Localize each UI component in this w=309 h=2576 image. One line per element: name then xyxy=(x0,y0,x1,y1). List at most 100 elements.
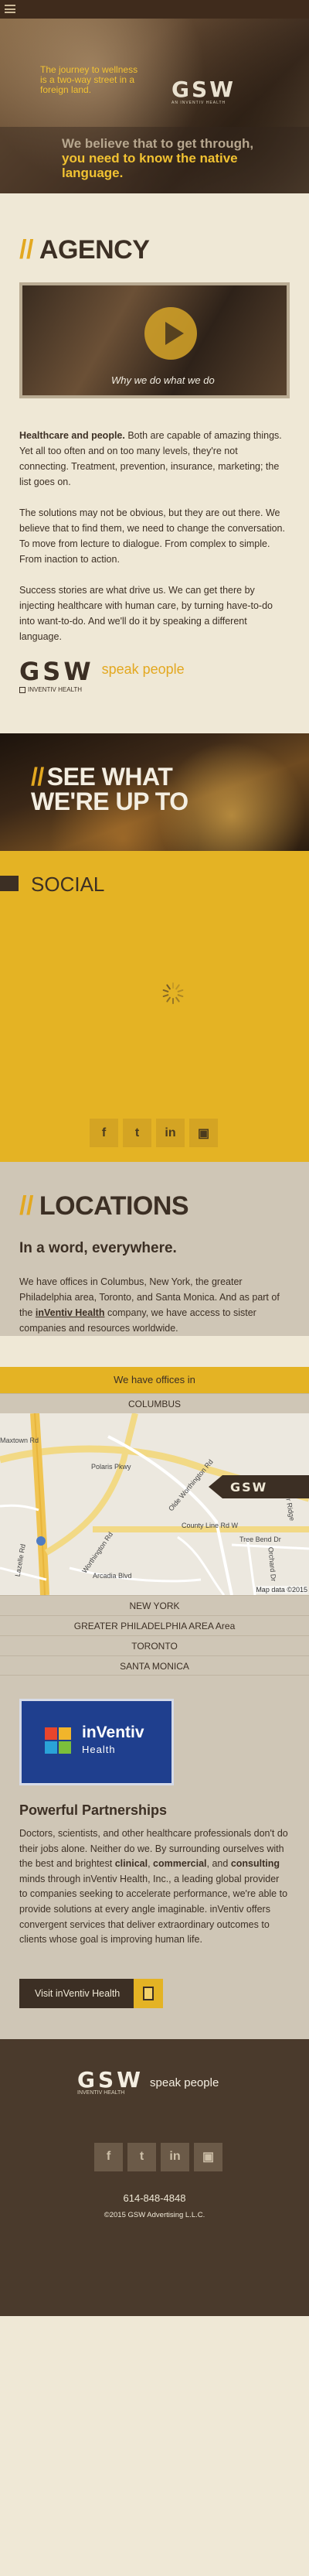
facebook-icon[interactable]: f xyxy=(94,2142,123,2171)
map-label-county-line: County Line Rd W xyxy=(182,1522,239,1529)
city-santa-monica[interactable]: SANTA MONICA xyxy=(0,1655,309,1676)
social-title: SOCIAL xyxy=(31,873,105,896)
inventiv-logo-sub: Health xyxy=(82,1744,116,1755)
city-columbus[interactable]: COLUMBUS xyxy=(0,1393,309,1413)
see-what-line-2: WE'RE UP TO xyxy=(31,787,188,815)
twitter-icon[interactable]: t xyxy=(127,2142,156,2171)
gsw-signature-logo: GSW INVENTIV HEALTH xyxy=(19,657,94,693)
video-caption: Why we do what we do xyxy=(111,374,215,386)
social-accent-bar xyxy=(0,876,19,891)
visit-inventiv-label: Visit inVentiv Health xyxy=(19,1978,134,2008)
agency-video[interactable]: Why we do what we do xyxy=(19,282,290,398)
inventiv-mark-icon xyxy=(45,1727,74,1757)
inventiv-box-icon xyxy=(19,686,25,693)
see-what-line-1: //SEE WHAT xyxy=(31,764,188,789)
gsw-signature-mark: GSW xyxy=(19,657,94,686)
agency-title: //AGENCY xyxy=(19,235,290,265)
gsw-logo-sub: AN INVENTIV HEALTH xyxy=(171,101,226,105)
social-section: SOCIAL f t in ▣ xyxy=(0,851,309,1162)
agency-paragraph-2: The solutions may not be obvious, but th… xyxy=(19,507,285,565)
social-icons: f t in ▣ xyxy=(90,1119,218,1147)
loading-spinner-icon xyxy=(162,982,184,1004)
city-philadelphia[interactable]: GREATER PHILADELPHIA AREA Area xyxy=(0,1615,309,1635)
site-footer: GSW INVENTIV HEALTH speak people f t in … xyxy=(0,2038,309,2316)
footer-phone[interactable]: 614-848-4848 xyxy=(0,2192,309,2204)
locations-title: //LOCATIONS xyxy=(19,1191,290,1221)
spinner-spoke xyxy=(162,989,169,993)
spinner-spoke xyxy=(165,996,171,1003)
partners-section: inVentiv Health Powerful Partnerships Doc… xyxy=(0,1676,309,2039)
linkedin-icon[interactable]: in xyxy=(161,2142,189,2171)
hero-headline: We believe that to get through, you need… xyxy=(62,136,255,180)
map-label-maxtown: Maxtown Rd xyxy=(0,1437,39,1444)
hero-headline-plain: We believe that to get through, xyxy=(62,136,254,151)
partners-body-post: minds through inVentiv Health, Inc., a l… xyxy=(19,1873,288,1946)
inventiv-health-link[interactable]: inVentiv Health xyxy=(36,1307,105,1318)
city-new-york[interactable]: NEW YORK xyxy=(0,1595,309,1615)
spinner-spoke xyxy=(172,982,174,989)
gsw-logo-mark: GSW xyxy=(171,77,236,102)
map-label-tree-bend: Tree Bend Dr xyxy=(239,1536,281,1543)
locations-subtitle: In a word, everywhere. xyxy=(19,1240,177,1256)
map-credit: Map data ©2015 xyxy=(256,1586,307,1594)
map-label-polaris: Polaris Pkwy xyxy=(91,1463,131,1471)
partners-bold-clinical: clinical xyxy=(114,1858,148,1870)
see-what-title: //SEE WHAT WE'RE UP TO xyxy=(31,764,188,814)
agency-paragraph-3: Success stories are what drive us. We ca… xyxy=(19,585,273,642)
partners-bold-consulting: consulting xyxy=(230,1858,280,1870)
map-gsw-badge-mark: GSW xyxy=(230,1480,268,1495)
agency-section: //AGENCY Why we do what we do Healthcare… xyxy=(0,193,309,724)
spinner-spoke xyxy=(162,993,169,998)
inventiv-health-logo: inVentiv Health xyxy=(19,1699,174,1785)
gsw-logo[interactable]: GSW AN INVENTIV HEALTH xyxy=(171,77,249,106)
visit-inventiv-button[interactable]: Visit inVentiv Health xyxy=(19,1978,164,2008)
slash-icon: // xyxy=(19,1191,33,1221)
partners-body-sep1: , xyxy=(148,1858,154,1870)
partners-bold-commercial: commercial xyxy=(153,1858,207,1870)
footer-copyright: ©2015 GSW Advertising L.L.C. xyxy=(104,2210,205,2219)
hero-headline-highlight: you need to know the native language. xyxy=(62,151,238,180)
see-what-banner: //SEE WHAT WE'RE UP TO xyxy=(0,733,309,851)
partners-title: Powerful Partnerships xyxy=(19,1802,168,1818)
map-roads xyxy=(0,1413,309,1595)
play-icon[interactable] xyxy=(144,307,197,360)
hero-section: The journey to wellness is a two-way str… xyxy=(0,19,309,193)
twitter-icon[interactable]: t xyxy=(123,1119,151,1147)
locations-body: We have offices in Columbus, New York, t… xyxy=(19,1274,290,1336)
inventiv-logo-text: inVentiv Health xyxy=(82,1724,144,1758)
speak-people-slogan: speak people xyxy=(101,661,185,677)
agency-paragraph-1: Healthcare and people. Both are capable … xyxy=(19,428,290,490)
hero-tagline: The journey to wellness is a two-way str… xyxy=(40,64,138,95)
locations-section: //LOCATIONS In a word, everywhere. We ha… xyxy=(0,1162,309,1336)
agency-title-text: AGENCY xyxy=(39,235,150,265)
agency-p1-bold: Healthcare and people. xyxy=(19,430,125,441)
office-map[interactable]: Polaris Pkwy Olde Worthington Rd County … xyxy=(0,1413,309,1595)
offices-label: We have offices in xyxy=(0,1367,309,1393)
slash-icon: // xyxy=(19,235,33,265)
city-list: NEW YORK GREATER PHILADELPHIA AREA Area … xyxy=(0,1595,309,1676)
footer-logo-block: GSW INVENTIV HEALTH xyxy=(77,2066,144,2096)
inventiv-logo-name: inVentiv xyxy=(82,1724,144,1741)
partners-body: Doctors, scientists, and other healthcar… xyxy=(19,1826,290,1948)
hamburger-menu-icon[interactable] xyxy=(5,5,15,13)
gsw-signature-sub: INVENTIV HEALTH xyxy=(19,686,94,693)
partners-body-sep2: , and xyxy=(206,1858,231,1870)
locations-title-text: LOCATIONS xyxy=(39,1191,189,1221)
instagram-icon[interactable]: ▣ xyxy=(194,2142,222,2171)
footer-social-icons: f t in ▣ xyxy=(94,2142,222,2171)
footer-logo-mark: GSW xyxy=(77,2066,144,2093)
gsw-signature-sub-text: INVENTIV HEALTH xyxy=(28,686,83,693)
linkedin-icon[interactable]: in xyxy=(156,1119,185,1147)
footer-slogan: speak people xyxy=(150,2075,219,2089)
spinner-spoke xyxy=(175,996,181,1003)
spinner-spoke xyxy=(177,993,184,998)
city-toronto[interactable]: TORONTO xyxy=(0,1635,309,1655)
agency-signature: GSW INVENTIV HEALTH speak people xyxy=(19,657,290,693)
spinner-spoke xyxy=(165,984,171,990)
facebook-icon[interactable]: f xyxy=(90,1119,118,1147)
map-label-arcadia: Arcadia Blvd xyxy=(93,1572,132,1580)
spinner-spoke xyxy=(172,998,174,1004)
instagram-icon[interactable]: ▣ xyxy=(189,1119,218,1147)
top-nav-bar xyxy=(0,0,309,19)
footer-logo[interactable]: GSW INVENTIV HEALTH speak people xyxy=(77,2066,219,2096)
